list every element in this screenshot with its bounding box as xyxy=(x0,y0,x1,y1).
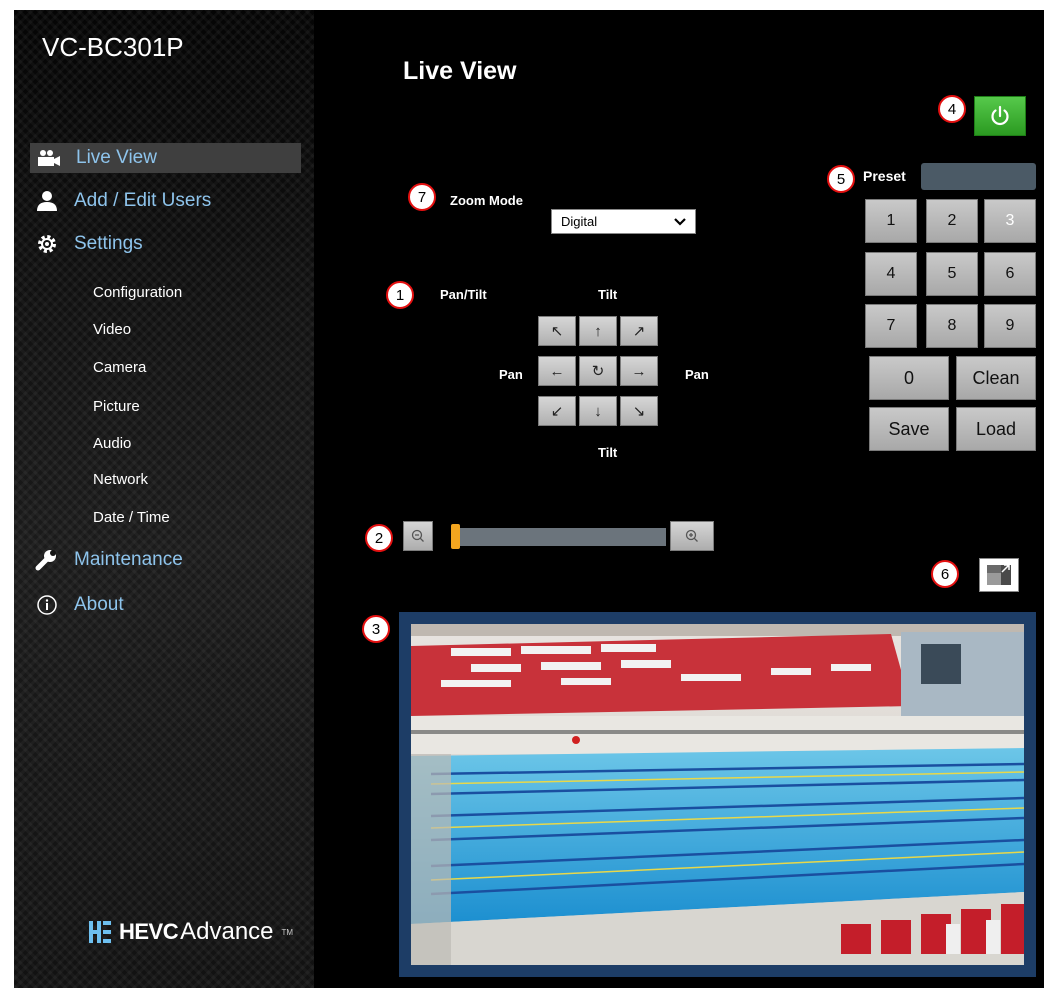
fullscreen-button[interactable] xyxy=(979,558,1019,592)
arrow-up-right-button[interactable]: ↗ xyxy=(620,316,658,346)
pool-camera-image xyxy=(411,624,1024,965)
zoom-mode-label: Zoom Mode xyxy=(450,193,523,208)
preset-key-5[interactable]: 5 xyxy=(926,252,978,296)
preset-key-6[interactable]: 6 xyxy=(984,252,1036,296)
arrow-left-button[interactable]: ← xyxy=(538,356,576,386)
callout-7: 7 xyxy=(408,183,436,211)
settings-item-date-time[interactable]: Date / Time xyxy=(93,509,170,526)
nav-add-edit-users[interactable]: Add / Edit Users xyxy=(34,186,211,216)
app-window: VC-BC301P Live View Add / Edit Users Set… xyxy=(14,10,1044,988)
logo-tm: TM xyxy=(281,927,294,937)
callout-4: 4 xyxy=(938,95,966,123)
pan-left-label: Pan xyxy=(499,367,523,382)
arrow-right-icon: → xyxy=(631,362,647,380)
settings-item-network[interactable]: Network xyxy=(93,471,148,488)
preset-key-0[interactable]: 0 xyxy=(869,356,949,400)
zoom-in-button[interactable] xyxy=(670,521,714,551)
power-icon xyxy=(991,105,1009,126)
nav-live-view[interactable]: Live View xyxy=(30,143,301,173)
callout-3: 3 xyxy=(362,615,390,643)
settings-item-picture[interactable]: Picture xyxy=(93,398,140,415)
preset-key-3[interactable]: 3 xyxy=(984,199,1036,243)
settings-item-video[interactable]: Video xyxy=(93,321,131,338)
arrow-down-right-button[interactable]: ↘ xyxy=(620,396,658,426)
zoom-mode-select[interactable]: Digital xyxy=(551,209,696,234)
chevron-down-icon xyxy=(674,218,686,226)
wrench-icon xyxy=(34,547,60,573)
arrow-up-left-button[interactable]: ↖ xyxy=(538,316,576,346)
zoom-slider-track[interactable] xyxy=(451,528,666,546)
refresh-icon: ↻ xyxy=(591,363,605,380)
preset-key-7[interactable]: 7 xyxy=(865,304,917,348)
tilt-top-label: Tilt xyxy=(598,287,618,302)
zoom-out-icon xyxy=(411,529,424,542)
arrow-right-button[interactable]: → xyxy=(620,356,658,386)
arrow-up-icon: ↑ xyxy=(594,322,602,340)
pan-right-label: Pan xyxy=(685,367,709,382)
settings-item-configuration[interactable]: Configuration xyxy=(93,284,182,301)
zoom-slider-thumb[interactable] xyxy=(451,524,460,549)
arrow-down-icon: ↓ xyxy=(594,402,602,420)
zoom-mode-value: Digital xyxy=(561,214,598,229)
preset-key-8[interactable]: 8 xyxy=(926,304,978,348)
preset-load-button[interactable]: Load xyxy=(956,407,1036,451)
nav-maintenance[interactable]: Maintenance xyxy=(34,545,183,575)
nav-settings[interactable]: Settings xyxy=(34,229,143,259)
arrow-down-right-icon: ↘ xyxy=(632,403,646,420)
preset-key-9[interactable]: 9 xyxy=(984,304,1036,348)
preset-key-1[interactable]: 1 xyxy=(865,199,917,243)
arrow-down-left-button[interactable]: ↙ xyxy=(538,396,576,426)
arrow-down-button[interactable]: ↓ xyxy=(579,396,617,426)
page-title: Live View xyxy=(403,57,517,85)
nav-label: About xyxy=(74,594,124,615)
arrow-left-icon: ← xyxy=(549,362,565,380)
logo-advance-text: Advance xyxy=(180,918,274,945)
home-reset-button[interactable]: ↻ xyxy=(579,356,617,386)
settings-item-camera[interactable]: Camera xyxy=(93,359,146,376)
nav-label: Add / Edit Users xyxy=(74,190,212,211)
arrow-down-left-icon: ↙ xyxy=(550,403,564,420)
callout-5: 5 xyxy=(827,165,855,193)
preset-number-field[interactable] xyxy=(921,163,1036,190)
settings-item-audio[interactable]: Audio xyxy=(93,435,131,452)
tilt-bottom-label: Tilt xyxy=(598,445,618,460)
video-camera-icon xyxy=(36,145,62,171)
hevc-logo-icon xyxy=(89,921,111,943)
preset-label: Preset xyxy=(863,168,906,184)
arrow-up-button[interactable]: ↑ xyxy=(579,316,617,346)
zoom-in-icon xyxy=(685,529,698,542)
arrow-up-left-icon: ↖ xyxy=(550,323,564,340)
nav-label: Live View xyxy=(76,147,157,168)
preset-save-button[interactable]: Save xyxy=(869,407,949,451)
nav-about[interactable]: About xyxy=(34,590,124,620)
callout-2: 2 xyxy=(365,524,393,552)
user-icon xyxy=(34,188,60,214)
nav-label: Maintenance xyxy=(74,549,183,570)
info-icon xyxy=(34,592,60,618)
preset-key-2[interactable]: 2 xyxy=(926,199,978,243)
pan-tilt-label: Pan/Tilt xyxy=(440,287,487,302)
live-video-preview[interactable] xyxy=(399,612,1036,977)
hevc-advance-logo: HEVC Advance TM xyxy=(89,918,293,946)
sidebar: VC-BC301P Live View Add / Edit Users Set… xyxy=(14,10,314,988)
preset-clean-button[interactable]: Clean xyxy=(956,356,1036,400)
logo-hevc-text: HEVC xyxy=(119,919,179,944)
zoom-out-button[interactable] xyxy=(403,521,433,551)
callout-1: 1 xyxy=(386,281,414,309)
preset-key-4[interactable]: 4 xyxy=(865,252,917,296)
gear-icon xyxy=(34,231,60,257)
nav-label: Settings xyxy=(74,233,143,254)
expand-icon xyxy=(987,564,1011,585)
power-button[interactable] xyxy=(974,96,1026,136)
arrow-up-right-icon: ↗ xyxy=(632,323,646,340)
callout-6: 6 xyxy=(931,560,959,588)
model-name: VC-BC301P xyxy=(42,32,184,62)
